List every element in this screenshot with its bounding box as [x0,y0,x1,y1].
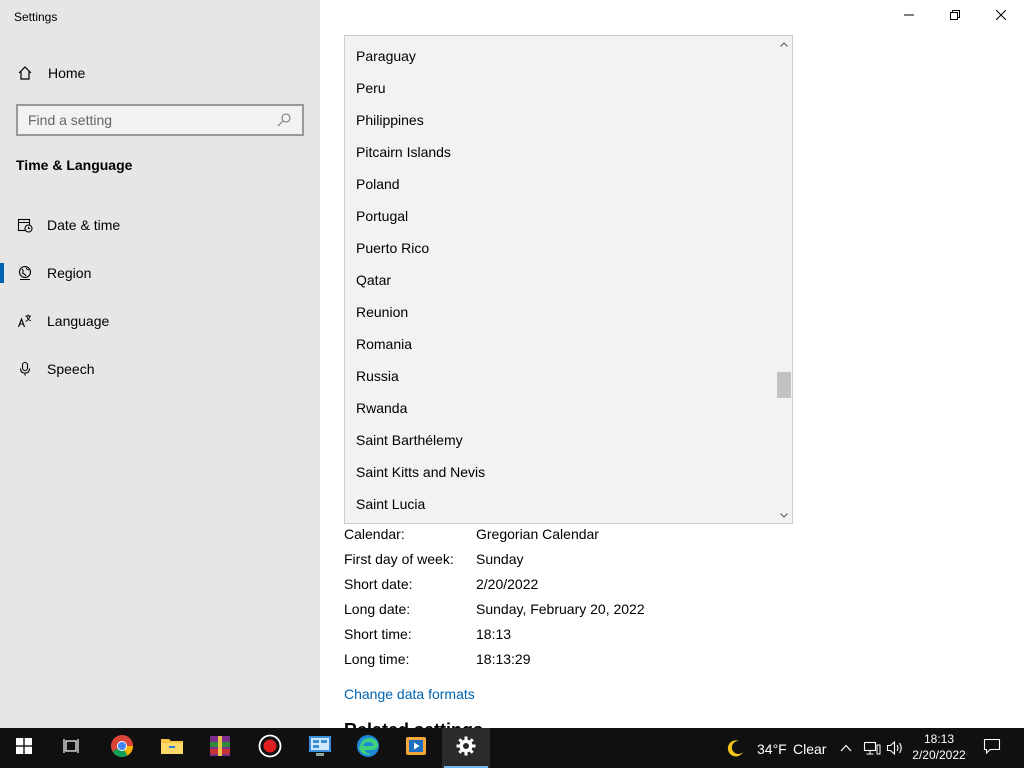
format-value: Gregorian Calendar [476,526,599,542]
sidebar-item-region[interactable]: Region [0,255,320,291]
home-icon [16,64,34,82]
sidebar-item-date-time[interactable]: Date & time [0,207,320,243]
task-view-button[interactable] [48,728,96,768]
taskbar-app-media[interactable] [392,728,440,768]
notification-icon [983,737,1001,760]
sidebar: Settings Home Time & Language Date & tim… [0,0,320,728]
chevron-up-icon[interactable] [834,728,858,768]
search-icon[interactable] [276,112,292,128]
scroll-up-icon[interactable] [776,36,792,52]
sidebar-item-label: Language [47,313,110,329]
list-item[interactable]: Russia [345,360,777,392]
windows-logo-icon [16,737,32,759]
list-item[interactable]: Saint Barthélemy [345,424,777,456]
calendar-clock-icon [16,216,34,234]
list-item[interactable]: Pitcairn Islands [345,136,777,168]
taskbar-app-edge[interactable] [344,728,392,768]
country-list: Paraguay Peru Philippines Pitcairn Islan… [345,40,777,520]
format-label: Long date: [344,601,411,617]
format-value: Sunday [476,551,524,567]
language-icon [16,312,34,330]
weather-moon-icon[interactable] [716,728,756,768]
scroll-down-icon[interactable] [776,507,792,523]
nav-home[interactable]: Home [0,58,320,88]
chrome-icon [110,734,134,763]
list-item[interactable]: Rwanda [345,392,777,424]
nav-home-label: Home [48,65,86,81]
media-player-icon [404,734,428,763]
list-item[interactable]: Paraguay [345,40,777,72]
taskbar-app-recorder[interactable] [246,728,294,768]
list-item[interactable]: Poland [345,168,777,200]
format-label: First day of week: [344,551,454,567]
format-label: Short date: [344,576,413,592]
minimize-icon [904,7,914,25]
format-value: 18:13:29 [476,651,531,667]
section-title: Time & Language [16,157,133,173]
list-item[interactable]: Romania [345,328,777,360]
sidebar-item-label: Speech [47,361,95,377]
taskbar-app-settings[interactable] [442,728,490,768]
country-dropdown-list[interactable]: Paraguay Peru Philippines Pitcairn Islan… [344,35,793,524]
list-item[interactable]: Portugal [345,200,777,232]
sidebar-item-speech[interactable]: Speech [0,351,320,387]
related-settings-heading: Related settings [344,720,483,728]
list-item[interactable]: Saint Kitts and Nevis [345,456,777,488]
sidebar-item-language[interactable]: Language [0,303,320,339]
list-item[interactable]: Reunion [345,296,777,328]
restore-button[interactable] [932,0,978,32]
control-panel-icon [308,735,332,762]
taskbar-clock[interactable]: 18:13 2/20/2022 [906,731,972,763]
taskbar-app-control-panel[interactable] [296,728,344,768]
format-label: Short time: [344,626,412,642]
edge-icon [356,734,380,763]
format-label: Calendar: [344,526,405,542]
archive-icon [208,734,232,763]
network-icon[interactable] [860,728,884,768]
search-box[interactable] [16,104,304,136]
format-label: Long time: [344,651,410,667]
list-item[interactable]: Peru [345,72,777,104]
globe-icon [16,264,34,282]
scroll-thumb[interactable] [777,372,791,398]
change-data-formats-link[interactable]: Change data formats [344,686,475,702]
start-button[interactable] [0,728,48,768]
record-icon [258,734,282,763]
weather-condition[interactable]: Clear [793,741,826,757]
app-title: Settings [14,10,58,24]
close-button[interactable] [978,0,1024,32]
action-center-button[interactable] [968,728,1016,768]
volume-icon[interactable] [883,728,907,768]
search-input[interactable] [28,112,276,128]
task-view-icon [63,738,81,759]
list-item[interactable]: Puerto Rico [345,232,777,264]
taskbar-app-chrome[interactable] [98,728,146,768]
restore-icon [950,7,960,25]
scrollbar[interactable] [776,36,792,523]
format-value: Sunday, February 20, 2022 [476,601,645,617]
list-item[interactable]: Saint Lucia [345,488,777,520]
gear-icon [456,736,476,761]
taskbar-app-file-explorer[interactable] [148,728,196,768]
list-item[interactable]: Qatar [345,264,777,296]
sidebar-item-label: Date & time [47,217,121,233]
sidebar-item-label: Region [47,265,92,281]
microphone-icon [16,360,34,378]
clock-date: 2/20/2022 [912,748,966,762]
format-value: 18:13 [476,626,512,642]
close-icon [995,7,1007,25]
weather-temperature[interactable]: 34°F [757,741,787,757]
list-item[interactable]: Philippines [345,104,777,136]
minimize-button[interactable] [886,0,932,32]
taskbar: 34°F Clear [0,728,1024,768]
folder-icon [160,736,184,761]
clock-time: 18:13 [923,732,955,746]
taskbar-app-archiver[interactable] [196,728,244,768]
format-value: 2/20/2022 [476,576,539,592]
